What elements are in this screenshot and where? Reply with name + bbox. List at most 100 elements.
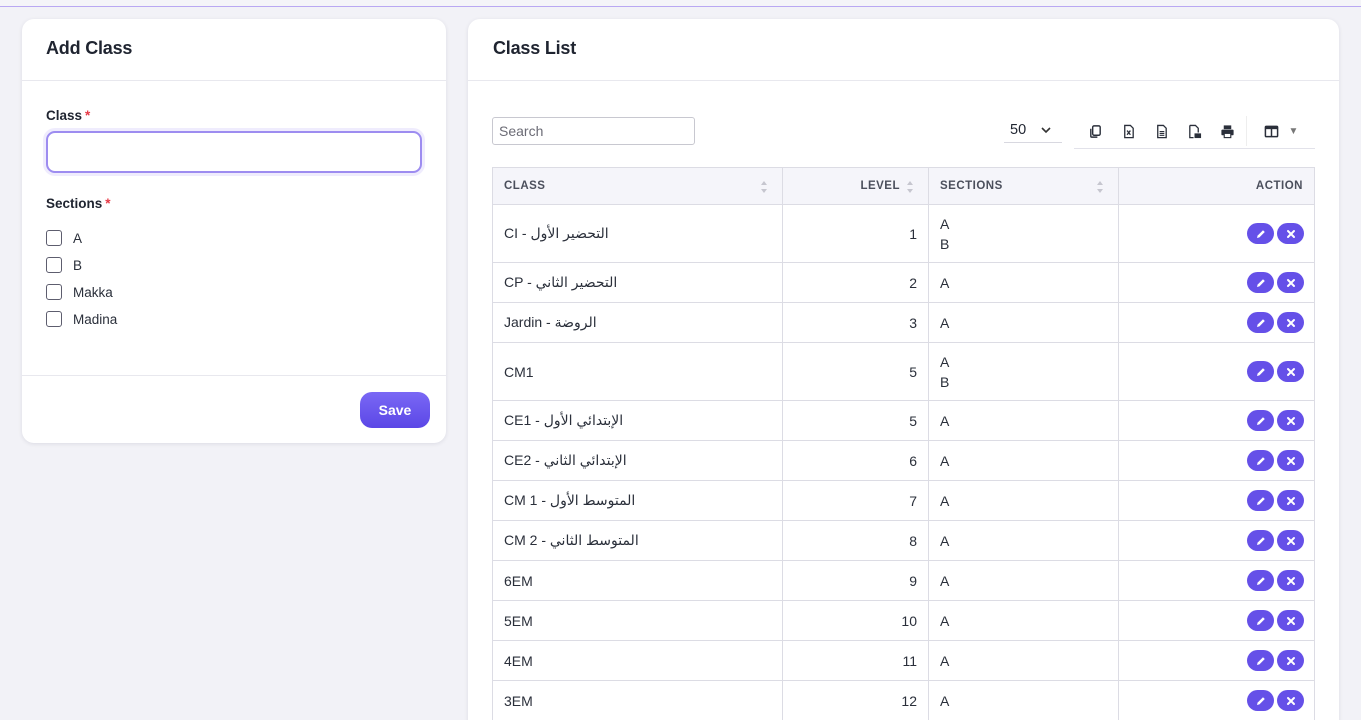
table-row: 5EM 10 A xyxy=(492,600,1315,641)
action-cell xyxy=(1118,204,1315,263)
section-checkbox-b[interactable] xyxy=(46,257,62,273)
section-checkbox-row-b[interactable]: B xyxy=(46,256,82,274)
sections-cell: A xyxy=(928,302,1119,343)
sections-cell: AB xyxy=(928,204,1119,263)
delete-button[interactable] xyxy=(1277,361,1304,382)
delete-button[interactable] xyxy=(1277,410,1304,431)
pencil-icon xyxy=(1256,416,1265,425)
action-cell xyxy=(1118,480,1315,521)
close-icon xyxy=(1286,367,1295,376)
pencil-icon xyxy=(1256,318,1265,327)
level-cell: 8 xyxy=(782,520,929,561)
section-value: A xyxy=(940,692,950,709)
delete-button[interactable] xyxy=(1277,690,1304,711)
sort-icon xyxy=(1097,181,1103,193)
level-cell: 11 xyxy=(782,640,929,681)
section-checkbox-row-a[interactable]: A xyxy=(46,229,82,247)
table-row: 3EM 12 A xyxy=(492,680,1315,720)
pdf-button[interactable] xyxy=(1178,116,1211,146)
edit-button[interactable] xyxy=(1247,272,1274,293)
table-row: 4EM 11 A xyxy=(492,640,1315,681)
delete-button[interactable] xyxy=(1277,272,1304,293)
delete-button[interactable] xyxy=(1277,490,1304,511)
level-cell: 9 xyxy=(782,560,929,601)
action-cell xyxy=(1118,600,1315,641)
section-value: A xyxy=(940,412,950,429)
class-cell: CE2 - الإبتدائي الثاني xyxy=(492,440,783,481)
class-cell: CM 2 - المتوسط الثاني xyxy=(492,520,783,561)
delete-button[interactable] xyxy=(1277,312,1304,333)
level-cell: 1 xyxy=(782,204,929,263)
sections-field-label: Sections * xyxy=(46,196,111,211)
class-list-card: Class List 50 ▼ CLASS xyxy=(468,19,1339,720)
delete-button[interactable] xyxy=(1277,570,1304,591)
level-cell: 5 xyxy=(782,400,929,441)
excel-button[interactable] xyxy=(1112,116,1145,146)
table-row: CM 1 - المتوسط الأول 7 A xyxy=(492,480,1315,521)
search-input[interactable] xyxy=(492,117,695,145)
column-header-label: SECTIONS xyxy=(940,180,1003,192)
page-size-select[interactable]: 50 xyxy=(1004,117,1062,143)
delete-button[interactable] xyxy=(1277,223,1304,244)
pencil-icon xyxy=(1256,367,1265,376)
edit-button[interactable] xyxy=(1247,650,1274,671)
action-cell xyxy=(1118,262,1315,303)
edit-button[interactable] xyxy=(1247,570,1274,591)
section-checkbox-row-makka[interactable]: Makka xyxy=(46,283,113,301)
delete-button[interactable] xyxy=(1277,530,1304,551)
page-size-value: 50 xyxy=(1010,121,1027,138)
level-cell: 5 xyxy=(782,342,929,401)
class-cell: CI - التحضير الأول xyxy=(492,204,783,263)
edit-button[interactable] xyxy=(1247,223,1274,244)
close-icon xyxy=(1286,696,1295,705)
level-cell: 12 xyxy=(782,680,929,720)
section-value: B xyxy=(940,235,950,252)
section-checkbox-a[interactable] xyxy=(46,230,62,246)
class-cell: 4EM xyxy=(492,640,783,681)
pencil-icon xyxy=(1256,696,1265,705)
edit-button[interactable] xyxy=(1247,410,1274,431)
top-border xyxy=(0,0,1361,7)
close-icon xyxy=(1286,456,1295,465)
delete-button[interactable] xyxy=(1277,650,1304,671)
class-name-input[interactable] xyxy=(46,131,422,173)
class-cell: CM 1 - المتوسط الأول xyxy=(492,480,783,521)
delete-button[interactable] xyxy=(1277,610,1304,631)
section-checkbox-makka[interactable] xyxy=(46,284,62,300)
edit-button[interactable] xyxy=(1247,530,1274,551)
close-icon xyxy=(1286,616,1295,625)
add-class-title: Add Class xyxy=(46,38,133,58)
edit-button[interactable] xyxy=(1247,690,1274,711)
edit-button[interactable] xyxy=(1247,312,1274,333)
edit-button[interactable] xyxy=(1247,490,1274,511)
section-value: A xyxy=(940,353,950,370)
column-header-label: CLASS xyxy=(504,180,546,192)
class-cell: Jardin - الروضة xyxy=(492,302,783,343)
section-checkbox-row-madina[interactable]: Madina xyxy=(46,310,117,328)
column-visibility-button[interactable]: ▼ xyxy=(1246,116,1315,146)
section-checkbox-madina[interactable] xyxy=(46,311,62,327)
sections-cell: A xyxy=(928,262,1119,303)
column-header-sections[interactable]: SECTIONS xyxy=(928,167,1119,205)
column-header-level[interactable]: LEVEL xyxy=(782,167,929,205)
level-cell: 7 xyxy=(782,480,929,521)
edit-button[interactable] xyxy=(1247,361,1274,382)
copy-icon xyxy=(1090,124,1101,138)
section-checkbox-label: A xyxy=(73,230,83,246)
action-cell xyxy=(1118,440,1315,481)
delete-button[interactable] xyxy=(1277,450,1304,471)
edit-button[interactable] xyxy=(1247,610,1274,631)
print-button[interactable] xyxy=(1211,116,1244,146)
csv-icon xyxy=(1157,124,1167,138)
table-row: CM1 5 A B xyxy=(492,342,1315,401)
edit-button[interactable] xyxy=(1247,450,1274,471)
section-value: A xyxy=(940,532,950,549)
column-header-class[interactable]: CLASS xyxy=(492,167,783,205)
save-button[interactable]: Save xyxy=(360,392,430,428)
action-cell xyxy=(1118,302,1315,343)
level-cell: 6 xyxy=(782,440,929,481)
csv-button[interactable] xyxy=(1145,116,1178,146)
copy-button[interactable] xyxy=(1079,116,1112,146)
class-cell: CE1 - الإبتدائي الأول xyxy=(492,400,783,441)
level-cell: 2 xyxy=(782,262,929,303)
